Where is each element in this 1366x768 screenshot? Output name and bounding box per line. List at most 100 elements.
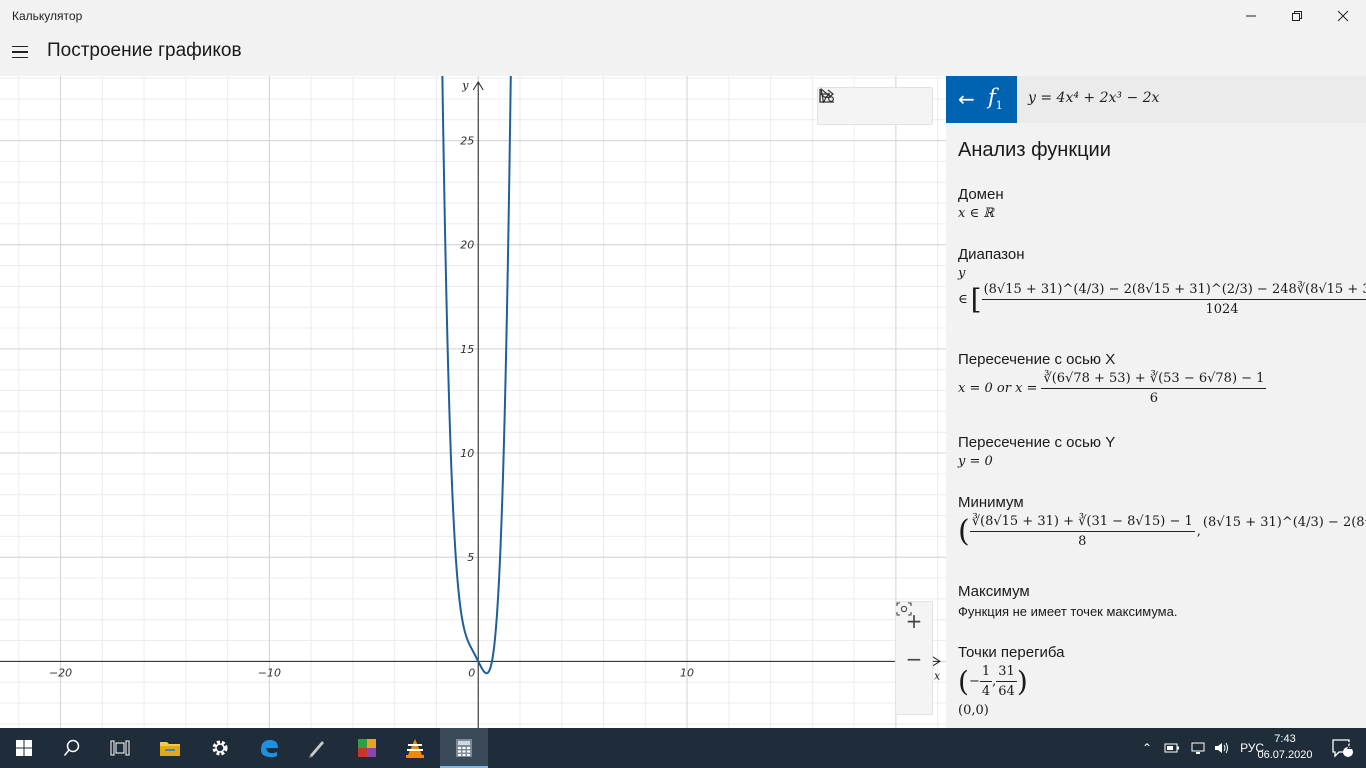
inflection-1-y: 31 64 — [996, 664, 1017, 699]
x-axis-label: x — [934, 669, 941, 682]
range-bracket: [ — [970, 282, 982, 316]
clock-date: 06.07.2020 — [1257, 749, 1313, 761]
window-title: Калькулятор — [12, 9, 83, 23]
clock[interactable]: 7:43 06.07.2020 — [1252, 731, 1318, 763]
hamburger-icon[interactable] — [8, 38, 32, 66]
y-intercept-value: y = 0 — [958, 454, 993, 469]
function-badge[interactable]: ← f1 — [946, 76, 1017, 123]
action-center-button[interactable]: 2 — [1318, 728, 1366, 768]
x-tick-label: −10 — [258, 666, 281, 679]
search-button[interactable] — [48, 728, 96, 768]
close-button[interactable] — [1320, 0, 1366, 32]
minimum-x-denominator: 8 — [1078, 534, 1087, 549]
y-intercept-heading: Пересечение с осью Y — [958, 434, 1116, 451]
x-intercept-prefix: x = 0 or x = — [958, 381, 1038, 396]
chevron-up-icon[interactable]: ⌃ — [1142, 741, 1152, 755]
battery-icon[interactable] — [1164, 742, 1180, 754]
inflection-point-1: ( − 1 4 , 31 64 ) — [958, 664, 1028, 699]
x-intercept-heading: Пересечение с осью X — [958, 351, 1116, 368]
function-analysis-panel: ← f1 y = 4x⁴ + 2x³ − 2x Анализ функции Д… — [946, 76, 1366, 728]
x-intercept-fraction: ∛(6√78 + 53) + ∛(53 − 6√78) − 1 6 — [1041, 371, 1267, 406]
colorful-app-icon — [358, 739, 376, 757]
calculator-window: Калькулятор Построение графиков x y − 20 −10… — [0, 0, 1366, 728]
minimum-paren: ( — [958, 513, 970, 549]
task-view-icon — [110, 740, 130, 756]
vlc-button[interactable] — [391, 728, 439, 768]
zoom-out-button[interactable]: − — [896, 640, 932, 678]
pen-app-icon — [309, 741, 324, 758]
range-numerator: (8√15 + 31)^(4/3) − 2(8√15 + 31)^(2/3) −… — [981, 282, 1366, 300]
task-view-button[interactable] — [96, 728, 144, 768]
minimum-value: ( ∛(8√15 + 31) + ∛(31 − 8√15) − 1 8 , (8… — [958, 514, 1366, 549]
minimum-y-partial: (8√15 + 31)^(4/3) − 2(8√15 + 31) — [1202, 515, 1366, 530]
graph-settings-icon — [819, 89, 834, 103]
y-tick-label: 5 — [467, 551, 474, 564]
fit-view-icon — [896, 602, 912, 616]
restore-icon — [1292, 11, 1302, 21]
maximum-heading: Максимум — [958, 583, 1030, 600]
minimum-heading: Минимум — [958, 494, 1024, 511]
network-icon[interactable] — [1190, 741, 1206, 755]
calculator-taskbar-button[interactable] — [440, 728, 488, 768]
zoom-panel: + − — [895, 601, 933, 715]
arrow-left-icon[interactable]: ← — [958, 87, 975, 111]
vlc-icon — [406, 739, 424, 758]
graph-toolbar — [817, 87, 933, 125]
y-tick-label: 15 — [460, 343, 474, 356]
x-intercept-numerator: ∛(6√78 + 53) + ∛(53 − 6√78) − 1 — [1041, 371, 1267, 389]
inflection-1-x-num: 1 — [979, 664, 993, 682]
maximum-value: Функция не имеет точек максимума. — [958, 604, 1178, 619]
start-button[interactable] — [0, 728, 48, 768]
file-explorer-icon — [160, 742, 180, 756]
y-tick-label: 10 — [460, 447, 474, 460]
volume-icon[interactable] — [1214, 741, 1230, 755]
inflection-1-x: 1 4 — [979, 664, 993, 699]
search-icon — [63, 739, 80, 756]
page-title: Построение графиков — [47, 40, 242, 61]
inflection-1-y-den: 64 — [998, 684, 1015, 699]
inflection-heading: Точки перегиба — [958, 644, 1065, 661]
range-heading: Диапазон — [958, 246, 1025, 263]
edge-icon — [261, 740, 278, 758]
inflection-1-y-num: 31 — [996, 664, 1017, 682]
edge-button[interactable] — [245, 728, 293, 768]
x-tick-label: 0 — [468, 666, 475, 679]
graph-canvas[interactable]: x y −20 −10 0 10 25 20 15 10 5 + − — [0, 76, 946, 728]
pen-app-button[interactable] — [293, 728, 341, 768]
function-bar: ← f1 y = 4x⁴ + 2x³ − 2x — [946, 76, 1366, 123]
title-bar: Калькулятор — [0, 0, 1366, 32]
taskbar: ⌃ РУС 7:43 06.07.2020 2 — [0, 728, 1366, 768]
minimum-x-numerator: ∛(8√15 + 31) + ∛(31 − 8√15) − 1 — [969, 514, 1195, 532]
minimum-x-fraction: ∛(8√15 + 31) + ∛(31 − 8√15) − 1 8 — [969, 514, 1195, 549]
graph-settings-button[interactable] — [819, 88, 932, 124]
graph-plot[interactable]: x y −20 −10 0 10 25 20 15 10 5 — [0, 76, 946, 728]
y-tick-label: 20 — [460, 239, 474, 252]
system-tray: ⌃ РУС — [1142, 728, 1264, 768]
calculator-icon — [456, 739, 472, 757]
function-expression: y = 4x⁴ + 2x³ − 2x — [1028, 90, 1160, 106]
function-curve — [441, 76, 512, 675]
range-in-symbol: ∈ — [958, 292, 968, 307]
range-variable: y — [958, 266, 966, 281]
range-fraction: (8√15 + 31)^(4/3) − 2(8√15 + 31)^(2/3) −… — [981, 282, 1366, 317]
inflection-point-2: (0,0) — [958, 703, 989, 718]
settings-button[interactable] — [196, 728, 244, 768]
colorful-app-button[interactable] — [343, 728, 391, 768]
restore-button[interactable] — [1274, 0, 1320, 32]
minimize-icon — [1246, 15, 1256, 17]
share-button[interactable] — [819, 88, 894, 124]
domain-value: x ∈ ℝ — [958, 206, 995, 221]
y-tick-label: 25 — [460, 135, 474, 148]
app-header: Построение графиков — [0, 32, 1366, 76]
windows-start-icon — [16, 740, 32, 756]
function-name: f1 — [988, 85, 1003, 113]
inflection-1-x-den: 4 — [981, 684, 991, 699]
analysis-title: Анализ функции — [958, 139, 1111, 161]
file-explorer-button[interactable] — [146, 728, 194, 768]
notification-count: 2 — [1347, 741, 1353, 752]
x-tick-label: 10 — [680, 666, 694, 679]
clock-time: 7:43 — [1274, 733, 1296, 745]
minimize-button[interactable] — [1228, 0, 1274, 32]
range-denominator: 1024 — [1205, 302, 1239, 317]
reset-view-button[interactable] — [896, 602, 932, 716]
